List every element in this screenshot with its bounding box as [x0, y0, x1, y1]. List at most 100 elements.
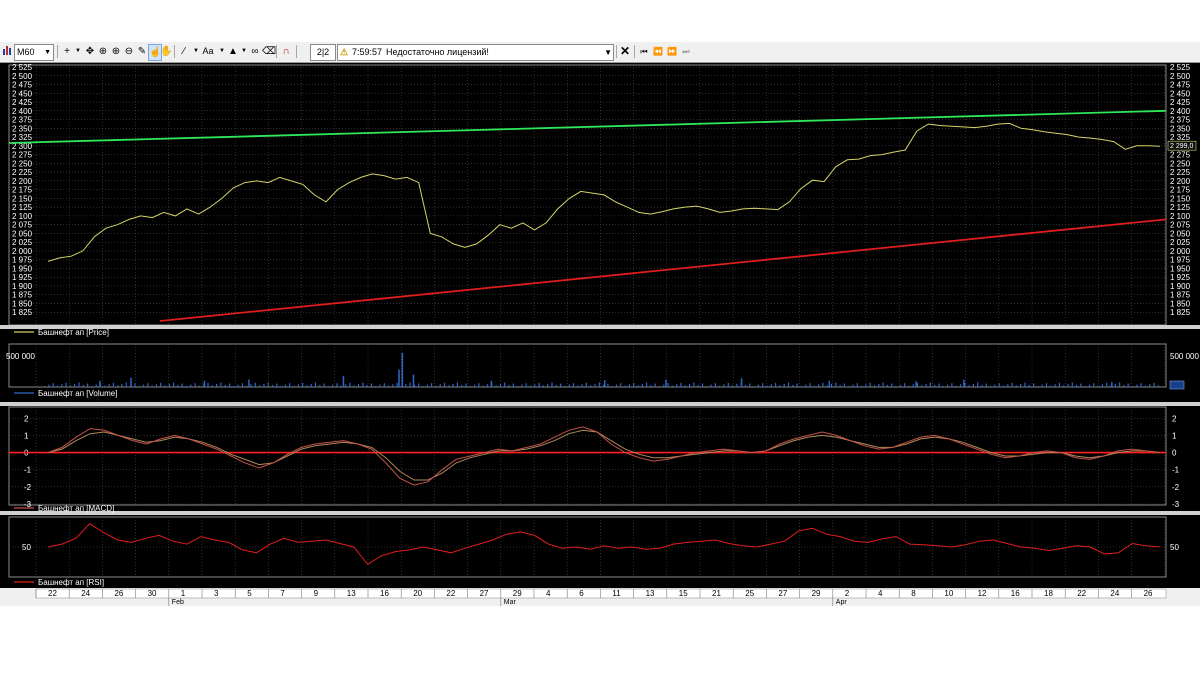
- price-tick-label-left: 2 350: [12, 124, 33, 133]
- magnet-icon[interactable]: ∩: [280, 44, 292, 59]
- volume-bar: [412, 374, 415, 387]
- date-label: 7: [280, 589, 285, 598]
- volume-bar: [757, 384, 759, 387]
- volume-bar: [1127, 383, 1129, 387]
- volume-bar: [216, 383, 218, 387]
- volume-bar: [1028, 384, 1030, 387]
- price-tick-label-right: 2 200: [1170, 177, 1191, 186]
- pencil-icon[interactable]: ✎: [136, 44, 148, 59]
- price-series-line: [47, 122, 1161, 262]
- macd-tick-label-right: -2: [1172, 483, 1180, 492]
- price-tick-label-left: 1 825: [12, 308, 33, 317]
- volume-bar: [633, 382, 635, 387]
- zoom-field[interactable]: 2|2: [310, 44, 336, 61]
- rsi-panel[interactable]: [8, 516, 1167, 578]
- volume-bar: [211, 385, 213, 387]
- volume-bar: [99, 380, 101, 387]
- price-tick-label-left: 2 425: [12, 98, 33, 107]
- chart-type-icon[interactable]: [2, 44, 12, 59]
- price-tick-label-left: 1 925: [12, 273, 33, 282]
- zoom-out-icon[interactable]: ⊖: [123, 44, 135, 59]
- volume-bar: [732, 385, 734, 387]
- volume-bar: [314, 382, 317, 387]
- price-tick-label-left: 2 000: [12, 247, 33, 256]
- eraser-icon[interactable]: ⌫: [262, 44, 276, 59]
- volume-bar: [1144, 385, 1146, 387]
- skip-last-icon[interactable]: ⏭: [680, 44, 692, 59]
- volume-bar: [125, 382, 127, 387]
- volume-bar: [259, 385, 261, 387]
- volume-bar: [1054, 384, 1056, 387]
- price-panel[interactable]: [8, 64, 1167, 326]
- volume-bar: [585, 382, 587, 387]
- volume-bar: [1007, 384, 1009, 387]
- volume-bar: [813, 385, 815, 387]
- month-label: Apr: [836, 599, 848, 606]
- timeframe-select[interactable]: M60 ▼: [14, 44, 54, 61]
- volume-bar: [1136, 384, 1138, 387]
- volume-bar: [375, 386, 377, 387]
- volume-bar: [276, 383, 278, 387]
- link-icon[interactable]: ∞: [249, 44, 261, 59]
- panel-splitter[interactable]: [0, 402, 1200, 406]
- last-price-label: 2 299,0: [1170, 143, 1193, 150]
- skip-first-icon[interactable]: ⏮: [638, 44, 650, 59]
- move-icon[interactable]: ✥: [84, 44, 96, 59]
- volume-bar: [1088, 384, 1091, 387]
- date-label: 9: [314, 589, 319, 598]
- price-tick-label-right: 2 075: [1170, 221, 1191, 230]
- add-dropdown-icon[interactable]: ▼: [72, 44, 84, 59]
- volume-bar: [915, 381, 917, 387]
- volume-bar: [95, 384, 97, 387]
- volume-bar: [1076, 384, 1078, 387]
- price-tick-label-right: 1 925: [1170, 273, 1191, 282]
- volume-bar: [697, 384, 699, 387]
- volume-bar: [461, 384, 463, 387]
- month-label: Mar: [504, 599, 517, 606]
- hand-icon[interactable]: ✋: [160, 44, 172, 59]
- macd-panel[interactable]: [8, 406, 1167, 506]
- volume-bar: [160, 382, 162, 387]
- zoom-in-icon[interactable]: ⊕: [110, 44, 122, 59]
- volume-bar: [590, 385, 592, 387]
- panel-splitter[interactable]: [0, 325, 1200, 329]
- fast-forward-icon[interactable]: ⏩: [666, 44, 678, 59]
- rewind-icon[interactable]: ⏪: [652, 44, 664, 59]
- date-label: 25: [745, 589, 754, 598]
- panel-splitter[interactable]: [0, 511, 1200, 515]
- volume-bar: [439, 384, 441, 387]
- volume-bar: [1011, 382, 1013, 387]
- price-tick-label-right: 2 325: [1170, 133, 1191, 142]
- price-tick-label-right: 2 450: [1170, 89, 1191, 98]
- volume-bar: [1067, 383, 1069, 387]
- trendlines[interactable]: [8, 109, 1167, 322]
- date-label: 3: [214, 589, 219, 598]
- chart-area[interactable]: 2 525 2 5252 500 2 5002 475 2 4752 450 2 450…: [0, 62, 1200, 606]
- volume-bar: [723, 384, 725, 387]
- volume-panel[interactable]: [8, 343, 1167, 388]
- volume-bar: [302, 382, 304, 387]
- macd-tick-label-left: 2: [24, 414, 29, 423]
- close-icon[interactable]: ✕: [619, 44, 631, 59]
- volume-bar: [787, 382, 790, 387]
- volume-bar: [783, 383, 785, 387]
- volume-bar: [52, 383, 54, 387]
- volume-bar: [293, 385, 295, 387]
- volume-bar: [332, 384, 334, 387]
- volume-bar: [1033, 383, 1035, 387]
- volume-bar: [353, 385, 355, 387]
- line-tool-icon[interactable]: ∕: [178, 44, 190, 59]
- volume-bar: [843, 383, 845, 387]
- chevron-down-icon[interactable]: ▼: [604, 45, 612, 60]
- volume-bar: [869, 382, 871, 387]
- date-label: 18: [1044, 589, 1053, 598]
- date-label: 1: [181, 589, 186, 598]
- status-message-box[interactable]: ⚠ 7:59:57 Недостаточно лицензий! ▼: [337, 44, 614, 61]
- volume-bar: [604, 380, 606, 387]
- volume-bar: [1050, 385, 1052, 387]
- text-tool-icon[interactable]: Aa: [201, 44, 215, 59]
- volume-bar: [91, 386, 93, 387]
- rsi-legend: Башнефт ап [RSI]: [38, 578, 104, 587]
- crosshair-icon[interactable]: ⊕: [97, 44, 109, 59]
- time-axis-dates-row: [35, 588, 1167, 599]
